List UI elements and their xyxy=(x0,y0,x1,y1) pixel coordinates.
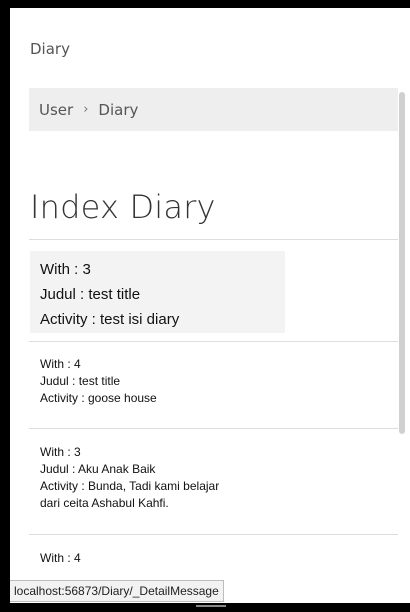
entry-with: With : 3 xyxy=(40,445,81,459)
entry-with: With : 4 xyxy=(40,357,81,371)
page-title: Index Diary xyxy=(30,188,216,226)
browser-viewport: Diary User › Diary Index Diary With : 3 … xyxy=(10,8,410,612)
entry-judul: Judul : Aku Anak Baik xyxy=(40,462,156,476)
divider xyxy=(29,534,398,535)
breadcrumb-separator: › xyxy=(83,102,89,117)
diary-entry[interactable]: With : 3 Judul : Aku Anak Baik Activity … xyxy=(40,444,280,512)
diary-entry[interactable]: With : 4 Judul : test title Activity : g… xyxy=(40,356,280,407)
status-bar-url: localhost:56873/Diary/_DetailMessage xyxy=(10,580,224,602)
entry-judul: Judul : test title xyxy=(40,374,121,388)
entry-with: With : 4 xyxy=(40,551,81,565)
app-title[interactable]: Diary xyxy=(30,40,70,58)
divider xyxy=(29,239,398,240)
diary-entry[interactable]: With : 4 xyxy=(40,550,280,567)
entry-judul: Judul : test title xyxy=(40,286,141,303)
breadcrumb-item-user[interactable]: User xyxy=(39,101,73,119)
entry-activity: Activity : goose house xyxy=(40,391,157,405)
divider xyxy=(29,341,398,342)
breadcrumb-item-diary: Diary xyxy=(98,100,139,119)
entry-activity-continued: dari ceita Ashabul Kahfi. xyxy=(40,496,169,510)
entry-with: With : 3 xyxy=(40,261,91,278)
window-resize-handle[interactable] xyxy=(196,605,226,607)
vertical-scrollbar[interactable] xyxy=(399,92,405,434)
featured-diary-entry[interactable]: With : 3 Judul : test title Activity : t… xyxy=(30,251,285,333)
entry-activity: Activity : Bunda, Tadi kami belajar xyxy=(40,479,220,493)
breadcrumb: User › Diary xyxy=(29,88,398,131)
divider xyxy=(29,428,398,429)
entry-activity: Activity : test isi diary xyxy=(40,311,180,328)
